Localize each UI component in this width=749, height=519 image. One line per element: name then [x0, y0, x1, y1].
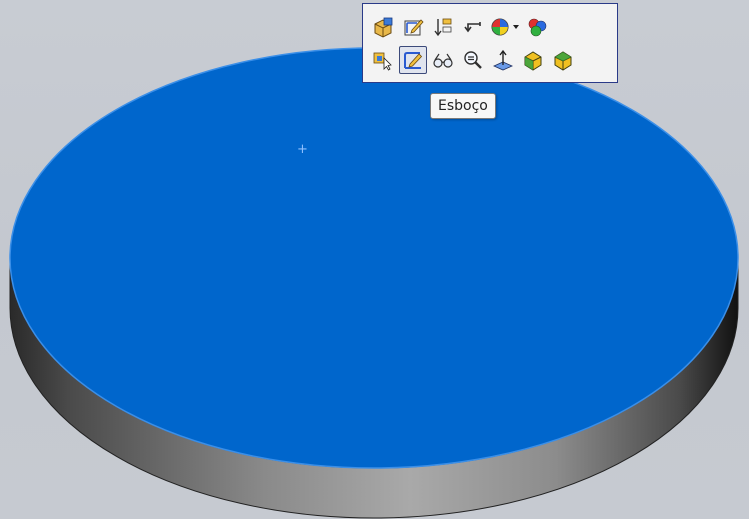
normal-to-button[interactable]: [489, 46, 517, 74]
context-toolbar: [362, 3, 618, 83]
face-view-button[interactable]: [519, 46, 547, 74]
appearance-dropdown-arrow-icon: [513, 24, 519, 29]
edit-sketch-button[interactable]: [399, 13, 427, 41]
face-view-icon: [524, 50, 542, 71]
sketch-icon: [404, 51, 423, 69]
face-view-alt-icon: [554, 50, 572, 71]
sketch-button[interactable]: [399, 45, 427, 74]
edit-sketch-icon: [404, 18, 424, 35]
disc-top-face[interactable]: [9, 47, 739, 469]
graphics-viewport[interactable]: + Esboço: [0, 0, 749, 519]
edit-feature-icon: [374, 17, 393, 38]
color-balls-button[interactable]: [523, 13, 551, 41]
origin-marker: +: [297, 142, 308, 157]
parent-child-button[interactable]: [459, 13, 487, 41]
rollback-button[interactable]: [429, 13, 457, 41]
parent-child-icon: [464, 21, 481, 32]
view-glasses-button[interactable]: [429, 46, 457, 74]
zoom-to-selection-icon: [464, 50, 482, 69]
rollback-icon: [434, 18, 452, 36]
context-toolbar-row-1: [369, 10, 617, 43]
zoom-to-selection-button[interactable]: [459, 46, 487, 74]
view-glasses-icon: [433, 53, 453, 68]
appearance-icon: [491, 17, 509, 36]
appearance-button[interactable]: [489, 13, 511, 41]
face-view-alt-button[interactable]: [549, 46, 577, 74]
select-other-icon: [373, 52, 392, 71]
tooltip: Esboço: [430, 93, 496, 119]
color-balls-icon: [528, 18, 547, 36]
normal-to-icon: [493, 49, 513, 70]
context-toolbar-row-2: [369, 43, 617, 76]
select-other-button[interactable]: [369, 46, 397, 74]
appearance-dropdown-button[interactable]: [511, 13, 521, 41]
edit-feature-button[interactable]: [369, 13, 397, 41]
